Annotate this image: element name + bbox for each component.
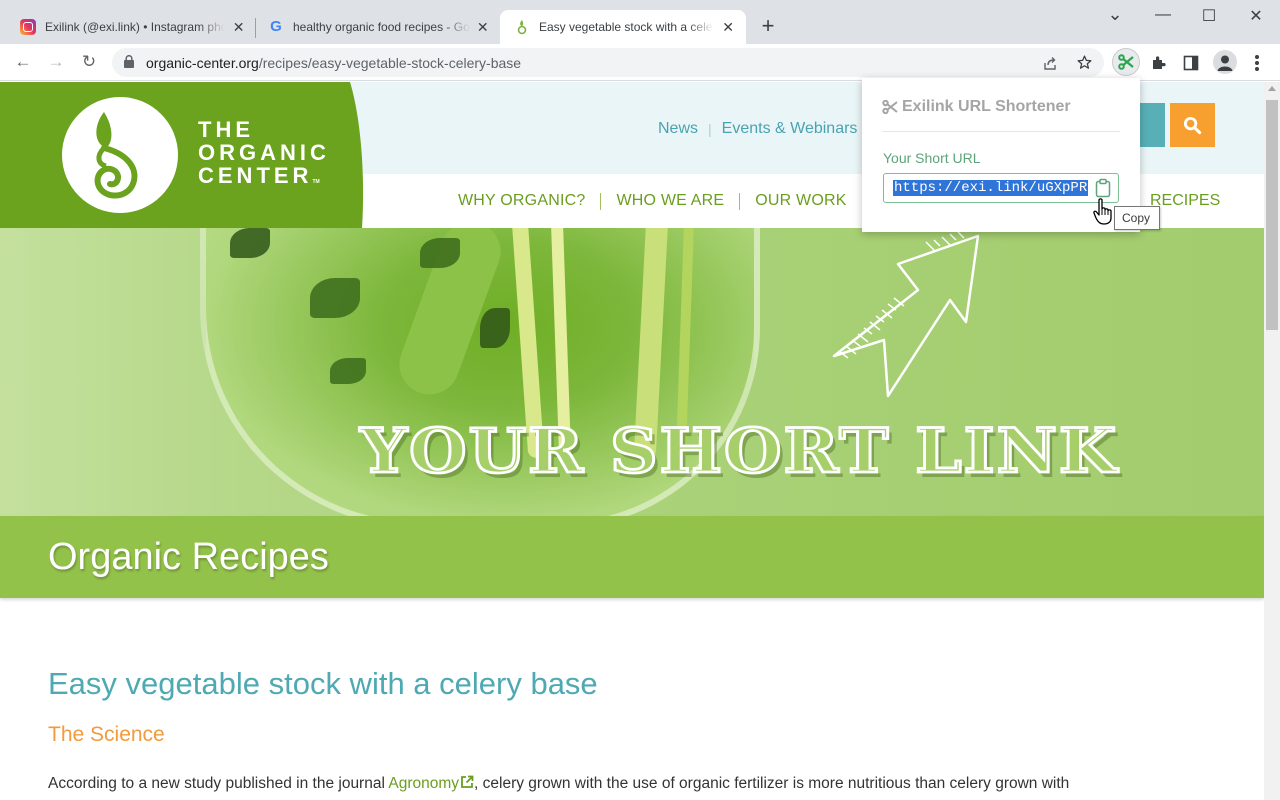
browser-menu-icon[interactable] (1254, 54, 1260, 72)
logo-line-1: THE (198, 117, 254, 142)
hand-pointer-cursor-icon (1093, 198, 1112, 225)
article-title: Easy vegetable stock with a celery base (48, 666, 598, 701)
logo-wordmark: THE ORGANIC CENTERTM (198, 118, 330, 194)
hero-decoration (330, 358, 366, 384)
tab-instagram[interactable]: Exilink (@exi.link) • Instagram photos a… (0, 10, 256, 44)
tab-search-dropdown-icon[interactable]: ⌄ (1100, 4, 1130, 25)
nav-why-organic[interactable]: WHY ORGANIC? (458, 192, 585, 210)
article-paragraph: According to a new study published in th… (48, 771, 1208, 797)
address-bar[interactable]: organic-center.org/recipes/easy-vegetabl… (112, 48, 1104, 77)
section-title: Organic Recipes (48, 536, 329, 578)
url-path: /recipes/easy-vegetable-stock-celery-bas… (258, 55, 522, 71)
nav-divider (600, 192, 602, 210)
utility-divider: | (708, 121, 712, 137)
hero-banner-image: YOUR SHORT LINK (0, 228, 1264, 516)
short-url-label: Your Short URL (883, 150, 981, 166)
section-band: Organic Recipes (0, 516, 1264, 598)
popup-title: Exilink URL Shortener (882, 98, 1071, 116)
tab-organic-center[interactable]: Easy vegetable stock with a celery base … (500, 10, 746, 44)
logo-trademark: TM (312, 179, 320, 185)
link-text: Agronomy (388, 775, 460, 792)
profile-avatar-button[interactable] (1213, 50, 1237, 74)
lock-icon (124, 55, 134, 68)
main-navigation: WHY ORGANIC? WHO WE ARE OUR WORK (458, 192, 878, 210)
article-subtitle: The Science (48, 723, 165, 746)
page-scrollbar[interactable] (1264, 82, 1280, 800)
back-button[interactable]: ← (12, 52, 34, 72)
utility-link-events-webinars[interactable]: Events & Webinars (722, 120, 858, 138)
site-search-button[interactable] (1170, 103, 1215, 147)
tab-close-icon[interactable]: ✕ (476, 19, 490, 36)
bookmark-star-icon[interactable] (1076, 54, 1093, 71)
agronomy-link[interactable]: Agronomy (388, 775, 474, 792)
exilink-extension-button[interactable] (1112, 48, 1140, 76)
tab-close-icon[interactable]: ✕ (720, 19, 736, 36)
new-tab-button[interactable]: + (756, 14, 780, 38)
tab-title: Exilink (@exi.link) • Instagram photos a… (45, 20, 226, 34)
popup-title-text: Exilink URL Shortener (902, 98, 1071, 115)
copy-button[interactable] (1094, 178, 1112, 198)
paragraph-text: According to a new study published in th… (48, 775, 389, 792)
nav-who-we-are[interactable]: WHO WE ARE (616, 192, 724, 210)
maximize-button[interactable]: ☐ (1194, 6, 1224, 26)
popup-divider (882, 131, 1120, 132)
hero-decoration (230, 228, 270, 258)
google-icon: G (270, 18, 282, 35)
hero-decoration (310, 278, 360, 318)
close-window-button[interactable]: ✕ (1241, 6, 1271, 26)
paragraph-text: , celery grown with the use of organic f… (474, 775, 1070, 792)
organic-center-icon (514, 19, 530, 35)
scroll-up-arrow-icon[interactable] (1268, 86, 1276, 91)
site-logo[interactable]: THE ORGANIC CENTERTM (0, 82, 380, 228)
copy-tooltip: Copy (1114, 206, 1160, 230)
share-icon[interactable] (1042, 55, 1058, 71)
side-panel-icon[interactable] (1183, 55, 1199, 71)
address-url[interactable]: organic-center.org/recipes/easy-vegetabl… (146, 55, 521, 71)
tab-google-search[interactable]: G healthy organic food recipes - Google … (248, 10, 500, 44)
instagram-icon (20, 19, 36, 35)
extensions-puzzle-icon[interactable] (1151, 55, 1167, 71)
scrollbar-thumb[interactable] (1266, 100, 1278, 330)
profile-icon (1217, 55, 1233, 71)
browser-tab-strip: Exilink (@exi.link) • Instagram photos a… (0, 0, 1280, 44)
browser-toolbar: ← → ↻ organic-center.org/recipes/easy-ve… (0, 44, 1280, 81)
url-domain: organic-center.org (146, 55, 259, 71)
clipboard-icon (1095, 178, 1111, 198)
scissors-icon (1118, 54, 1134, 70)
nav-our-work[interactable]: OUR WORK (755, 192, 846, 210)
minimize-button[interactable]: — (1148, 6, 1178, 24)
logo-line-3: CENTER (198, 163, 313, 188)
reload-button[interactable]: ↻ (78, 52, 100, 72)
tab-title: healthy organic food recipes - Google Se… (293, 20, 470, 34)
short-url-value[interactable]: https://exi.link/uGXpPR (893, 180, 1089, 196)
hero-decoration (420, 238, 460, 268)
utility-link-news[interactable]: News (658, 120, 698, 138)
external-link-icon (461, 775, 474, 788)
hero-decoration (480, 308, 510, 348)
utility-links: News | Events & Webinars (658, 120, 857, 138)
search-icon (1183, 116, 1202, 135)
scissors-icon (882, 100, 898, 114)
tab-close-icon[interactable]: ✕ (231, 19, 246, 36)
nav-divider (739, 192, 741, 210)
arrow-up-right-icon (832, 231, 980, 398)
short-url-field[interactable]: https://exi.link/uGXpPR (883, 173, 1119, 203)
nav-recipes[interactable]: RECIPES (1150, 192, 1220, 210)
forward-button[interactable]: → (45, 52, 67, 72)
logo-line-2: ORGANIC (198, 140, 330, 165)
tab-title: Easy vegetable stock with a celery base (539, 20, 714, 34)
hero-overlay-text: YOUR SHORT LINK (358, 414, 1119, 489)
